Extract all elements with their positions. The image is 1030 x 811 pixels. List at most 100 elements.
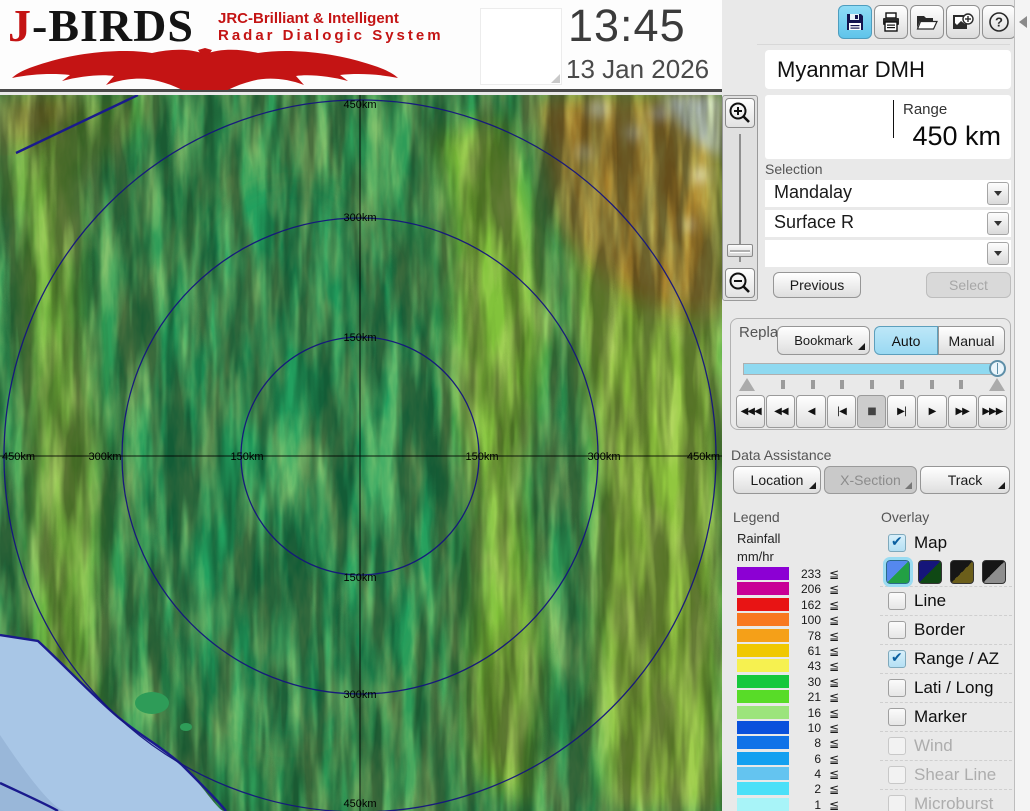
legend-value: 4 bbox=[814, 767, 821, 782]
previous-button[interactable]: Previous bbox=[773, 272, 861, 298]
manual-button[interactable]: Manual bbox=[938, 326, 1005, 355]
forward-fast-button[interactable]: ▶▶ bbox=[947, 395, 977, 428]
checkbox[interactable] bbox=[888, 592, 906, 610]
rewind-fast-button[interactable]: ◀◀ bbox=[766, 395, 796, 428]
legend-lte-symbol: ≦ bbox=[828, 690, 839, 705]
legend-entry: 4 ≦ bbox=[737, 766, 847, 781]
magnifier-minus-icon bbox=[729, 272, 750, 293]
clock-time: 13:45 bbox=[568, 0, 686, 51]
dropdown-site[interactable]: Mandalay bbox=[765, 180, 1011, 207]
radar-map[interactable]: 450km 300km 150km 150km 300km 450km 450k… bbox=[0, 95, 722, 811]
checkbox[interactable] bbox=[888, 737, 906, 755]
zoom-slider-track[interactable] bbox=[739, 134, 741, 262]
overlay-item-wind[interactable]: Wind bbox=[880, 732, 1012, 761]
ring-label-450-left: 450km bbox=[2, 451, 35, 463]
zoom-in-button[interactable] bbox=[725, 98, 755, 128]
checkbox[interactable] bbox=[888, 650, 906, 668]
ring-label-150-bottom: 150km bbox=[343, 572, 376, 584]
legend-value: 8 bbox=[814, 736, 821, 751]
map-style-swatch-1[interactable] bbox=[883, 556, 913, 587]
stop-button[interactable]: ■ bbox=[856, 395, 887, 428]
legend-entry: 21 ≦ bbox=[737, 689, 847, 704]
track-button[interactable]: Track bbox=[920, 466, 1010, 494]
panel-collapse-splitter[interactable] bbox=[1014, 0, 1030, 811]
dropdown-site-value: Mandalay bbox=[774, 182, 853, 202]
legend-value: 1 bbox=[814, 797, 821, 811]
dropdown-product-value: Surface R bbox=[774, 212, 855, 232]
step-forward-button[interactable]: ▶| bbox=[887, 395, 917, 428]
brand-title-accent: J bbox=[8, 0, 32, 51]
save-button[interactable] bbox=[838, 5, 872, 39]
legend-value: 10 bbox=[807, 720, 821, 735]
overlay-item-border[interactable]: Border bbox=[880, 616, 1012, 645]
auto-button[interactable]: Auto bbox=[874, 326, 938, 355]
range-start-marker[interactable] bbox=[739, 378, 755, 391]
x-section-button[interactable]: X-Section bbox=[824, 466, 917, 494]
legend-quantity: Rainfall bbox=[737, 531, 781, 546]
bookmark-button[interactable]: Bookmark bbox=[777, 326, 870, 355]
legend-lte-symbol: ≦ bbox=[828, 720, 839, 735]
range-value: 450 km bbox=[912, 121, 1001, 151]
checkbox[interactable] bbox=[888, 621, 906, 639]
zoom-slider-handle[interactable] bbox=[727, 244, 753, 257]
data-assistance-label: Data Assistance bbox=[731, 447, 832, 463]
dropdown-product-button[interactable] bbox=[987, 212, 1009, 235]
forward-fastest-button[interactable]: ▶▶▶ bbox=[977, 395, 1007, 428]
overlay-item-label: Wind bbox=[914, 736, 953, 755]
step-back-button[interactable]: |◀ bbox=[826, 395, 856, 428]
zoom-out-button[interactable] bbox=[725, 268, 755, 298]
legend-entry: 233 ≦ bbox=[737, 566, 847, 581]
legend-value: 6 bbox=[814, 751, 821, 766]
legend-entry: 1 ≦ bbox=[737, 797, 847, 811]
legend-lte-symbol: ≦ bbox=[828, 674, 839, 689]
replay-slider-handle[interactable] bbox=[989, 360, 1006, 377]
overlay-item-marker[interactable]: Marker bbox=[880, 703, 1012, 732]
dropdown-extra-button[interactable] bbox=[987, 242, 1009, 265]
checkbox[interactable] bbox=[888, 679, 906, 697]
overlay-item-line[interactable]: Line bbox=[880, 587, 1012, 616]
checkbox[interactable] bbox=[888, 708, 906, 726]
header: J-BIRDS JRC-Brilliant & Intelligent Rada… bbox=[0, 0, 757, 92]
legend-value: 233 bbox=[800, 567, 821, 581]
capture-add-button[interactable] bbox=[946, 5, 980, 39]
dropdown-site-button[interactable] bbox=[987, 182, 1009, 205]
range-end-marker[interactable] bbox=[989, 378, 1005, 391]
map-style-swatch-4[interactable] bbox=[982, 559, 1006, 584]
overlay-item-label: Shear Line bbox=[914, 765, 997, 784]
legend-entry: 162 ≦ bbox=[737, 597, 847, 612]
printer-icon bbox=[883, 12, 899, 32]
checkbox[interactable] bbox=[888, 766, 906, 784]
overlay-item-microburst[interactable]: Microburst bbox=[880, 790, 1012, 811]
legend-value: 162 bbox=[800, 597, 821, 612]
checkbox[interactable] bbox=[888, 533, 906, 552]
rewind-fastest-button[interactable]: ◀◀◀ bbox=[736, 395, 766, 428]
overlay-item-label: Marker bbox=[914, 707, 967, 726]
legend-lte-symbol: ≦ bbox=[828, 705, 839, 720]
location-button[interactable]: Location bbox=[733, 466, 821, 494]
dropdown-extra[interactable] bbox=[765, 240, 1011, 267]
print-button[interactable] bbox=[874, 5, 908, 39]
legend-lte-symbol: ≦ bbox=[828, 567, 839, 581]
help-button[interactable]: ? bbox=[982, 5, 1016, 39]
map-style-swatch-2[interactable] bbox=[918, 559, 942, 584]
play-button[interactable]: ▶ bbox=[917, 395, 947, 428]
overlay-item-lati-long[interactable]: Lati / Long bbox=[880, 674, 1012, 703]
open-folder-button[interactable] bbox=[910, 5, 944, 39]
overlay-item-map[interactable]: Map bbox=[880, 528, 1012, 557]
overlay-item-range-az[interactable]: Range / AZ bbox=[880, 645, 1012, 674]
chevron-down-icon bbox=[994, 191, 1002, 196]
checkbox[interactable] bbox=[888, 795, 906, 811]
chevron-down-icon bbox=[994, 221, 1002, 226]
map-style-swatch-3[interactable] bbox=[950, 559, 974, 584]
replay-progress-track[interactable] bbox=[743, 363, 1000, 375]
overlay-item-shear-line[interactable]: Shear Line bbox=[880, 761, 1012, 790]
legend-entry: 78 ≦ bbox=[737, 628, 847, 643]
resize-grip-icon[interactable] bbox=[551, 74, 560, 83]
play-reverse-button[interactable]: ◀ bbox=[796, 395, 826, 428]
ring-label-300-top: 300km bbox=[343, 212, 376, 224]
dropdown-product[interactable]: Surface R bbox=[765, 210, 1011, 237]
legend-value: 21 bbox=[807, 690, 821, 705]
chevron-down-icon bbox=[994, 251, 1002, 256]
memo-box[interactable] bbox=[480, 8, 562, 85]
select-button[interactable]: Select bbox=[926, 272, 1011, 298]
